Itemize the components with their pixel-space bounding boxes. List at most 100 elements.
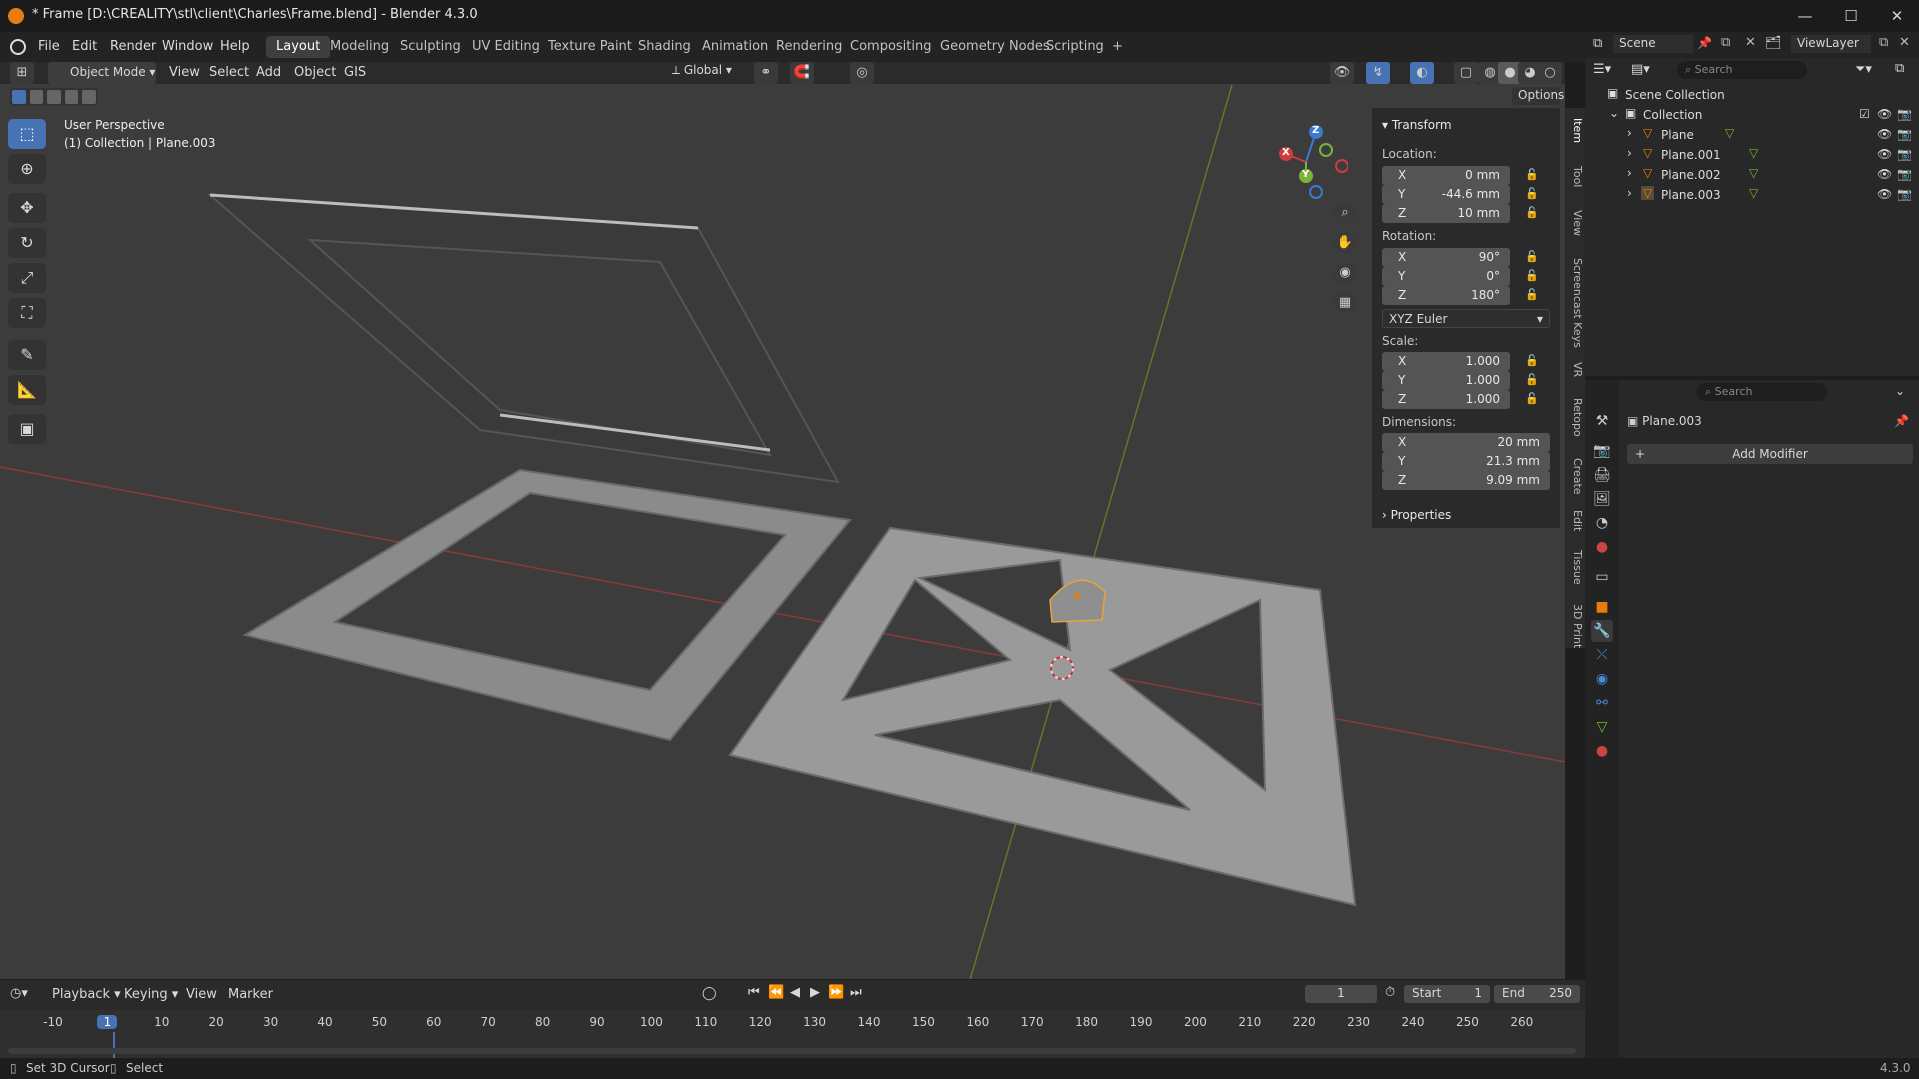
- scale-x-field[interactable]: X 1.000: [1382, 352, 1510, 371]
- lock-icon[interactable]: 🔓: [1525, 392, 1539, 406]
- new-viewlayer-icon[interactable]: ⧉: [1879, 35, 1888, 50]
- camera-icon[interactable]: 📷: [1897, 187, 1912, 201]
- tab-item[interactable]: Item: [1566, 118, 1584, 143]
- outliner-row-scene-collection[interactable]: ▣ Scene Collection: [1585, 86, 1919, 106]
- cursor-tool-icon[interactable]: ⊕: [8, 154, 46, 184]
- new-collection-icon[interactable]: ⧉: [1895, 61, 1904, 76]
- next-keyframe-icon[interactable]: ⏩: [828, 985, 844, 1000]
- tab-modeling[interactable]: Modeling: [320, 36, 399, 58]
- 3d-viewport[interactable]: User Perspective (1) Collection | Plane.…: [0, 84, 1565, 979]
- select-new-icon[interactable]: [12, 90, 26, 104]
- camera-view-icon[interactable]: ◉: [1333, 262, 1357, 284]
- material-tab-icon[interactable]: ●: [1591, 740, 1613, 762]
- scene-tab-icon[interactable]: ◔: [1591, 512, 1613, 534]
- new-scene-icon[interactable]: ⧉: [1721, 35, 1730, 50]
- eye-icon[interactable]: 👁: [1877, 167, 1892, 181]
- play-reverse-icon[interactable]: ◀: [790, 985, 800, 1000]
- remove-scene-icon[interactable]: ✕: [1745, 35, 1756, 50]
- editor-type-icon[interactable]: ⊞: [10, 62, 34, 84]
- rotation-y-field[interactable]: Y 0°: [1382, 267, 1510, 286]
- menu-gis[interactable]: GIS: [338, 63, 372, 82]
- jump-end-icon[interactable]: ⏭: [850, 985, 862, 1000]
- lock-icon[interactable]: 🔓: [1525, 168, 1539, 182]
- tab-tissue[interactable]: Tissue: [1566, 550, 1584, 585]
- blender-menu-icon[interactable]: [10, 39, 26, 55]
- lock-icon[interactable]: 🔓: [1525, 354, 1539, 368]
- display-mode-icon[interactable]: ▤▾: [1631, 62, 1650, 77]
- eye-icon[interactable]: 👁: [1877, 147, 1892, 161]
- orientation-dropdown[interactable]: ⟂ Global ▾: [672, 63, 732, 78]
- add-cube-tool-icon[interactable]: ▣: [8, 414, 46, 444]
- menu-window[interactable]: Window: [156, 37, 219, 56]
- menu-render[interactable]: Render: [104, 37, 162, 56]
- visibility-icon[interactable]: 👁: [1330, 62, 1354, 84]
- add-modifier-button[interactable]: + Add Modifier: [1627, 444, 1913, 464]
- timeline-scrollbar[interactable]: [8, 1048, 1576, 1054]
- location-y-field[interactable]: Y -44.6 mm: [1382, 185, 1510, 204]
- dimension-y-field[interactable]: Y 21.3 mm: [1382, 452, 1550, 471]
- measure-tool-icon[interactable]: 📐: [8, 375, 46, 405]
- tab-edit[interactable]: Edit: [1566, 510, 1584, 531]
- zoom-icon[interactable]: ⌕: [1333, 202, 1357, 224]
- lock-icon[interactable]: 🔓: [1525, 288, 1539, 302]
- tab-vr[interactable]: VR: [1566, 362, 1584, 377]
- rotation-mode-dropdown[interactable]: XYZ Euler ▾: [1382, 309, 1550, 328]
- selection-mode-buttons[interactable]: [10, 88, 98, 106]
- menu-view[interactable]: View: [163, 63, 206, 82]
- move-tool-icon[interactable]: ✥: [8, 193, 46, 223]
- viewlayer-field[interactable]: ViewLayer: [1791, 35, 1871, 53]
- outliner-row-plane-003[interactable]: › ▽ Plane.003 ▽ 👁 📷: [1585, 186, 1919, 206]
- object-tab-icon[interactable]: ■: [1591, 596, 1613, 618]
- camera-icon[interactable]: 📷: [1897, 127, 1912, 141]
- camera-icon[interactable]: 📷: [1897, 167, 1912, 181]
- properties-search-input[interactable]: ⌕ Search: [1697, 383, 1827, 401]
- rendered-shading-icon[interactable]: ○: [1538, 62, 1562, 84]
- camera-icon[interactable]: 📷: [1897, 107, 1912, 121]
- outliner-search-input[interactable]: ⌕ Search: [1677, 61, 1807, 79]
- render-tab-icon[interactable]: 📷: [1591, 440, 1613, 462]
- stopwatch-icon[interactable]: ⏱: [1385, 985, 1395, 1000]
- camera-icon[interactable]: 📷: [1897, 147, 1912, 161]
- menu-add[interactable]: Add: [250, 63, 287, 82]
- gizmo-toggle-icon[interactable]: ↯: [1366, 62, 1390, 84]
- lock-icon[interactable]: 🔓: [1525, 269, 1539, 283]
- current-frame-field[interactable]: 1: [1305, 985, 1377, 1003]
- data-tab-icon[interactable]: ▽: [1591, 716, 1613, 738]
- object-mode-dropdown[interactable]: Object Mode ▾: [48, 62, 156, 84]
- pin-icon[interactable]: 📌: [1894, 414, 1909, 428]
- tab-uv-editing[interactable]: UV Editing: [462, 36, 550, 58]
- eye-icon[interactable]: 👁: [1877, 127, 1892, 141]
- location-x-field[interactable]: X 0 mm: [1382, 166, 1510, 185]
- tab-create[interactable]: Create: [1566, 458, 1584, 495]
- lock-icon[interactable]: 🔓: [1525, 187, 1539, 201]
- constraints-tab-icon[interactable]: ⚯: [1591, 692, 1613, 714]
- select-invert-icon[interactable]: [64, 90, 79, 104]
- tab-retopo[interactable]: Retopo: [1566, 398, 1584, 437]
- tab-texture-paint[interactable]: Texture Paint: [538, 36, 642, 58]
- scale-tool-icon[interactable]: ⤢: [8, 263, 46, 293]
- ortho-grid-icon[interactable]: ▦: [1333, 292, 1357, 314]
- tab-compositing[interactable]: Compositing: [840, 36, 942, 58]
- menu-marker[interactable]: Marker: [222, 985, 279, 1004]
- eye-icon[interactable]: 👁: [1877, 107, 1892, 121]
- tab-view[interactable]: View: [1566, 210, 1584, 236]
- transform-tool-icon[interactable]: ⛶: [8, 298, 46, 328]
- navigation-gizmo[interactable]: Z X Y: [1272, 120, 1349, 200]
- minimize-button[interactable]: —: [1790, 4, 1820, 28]
- modifier-tab-icon[interactable]: 🔧: [1591, 620, 1613, 642]
- dimension-x-field[interactable]: X 20 mm: [1382, 433, 1550, 452]
- autokey-record-icon[interactable]: ◯: [702, 986, 717, 1001]
- scene-field[interactable]: Scene: [1613, 35, 1693, 53]
- output-tab-icon[interactable]: 🖨: [1591, 464, 1613, 486]
- tab-3d-print[interactable]: 3D Print: [1566, 604, 1584, 648]
- expand-icon[interactable]: ›: [1627, 126, 1632, 140]
- particles-tab-icon[interactable]: ⤬: [1591, 644, 1613, 666]
- menu-file[interactable]: File: [32, 37, 66, 56]
- rotation-z-field[interactable]: Z 180°: [1382, 286, 1510, 305]
- tool-tab-icon[interactable]: ⚒: [1591, 410, 1613, 432]
- tab-tool[interactable]: Tool: [1566, 166, 1584, 187]
- select-box-tool-icon[interactable]: ⬚: [8, 119, 46, 149]
- filter-icon[interactable]: ⏷▾: [1855, 62, 1872, 77]
- chevron-down-icon[interactable]: ⌄: [1895, 384, 1905, 398]
- end-frame-field[interactable]: End 250: [1494, 985, 1580, 1003]
